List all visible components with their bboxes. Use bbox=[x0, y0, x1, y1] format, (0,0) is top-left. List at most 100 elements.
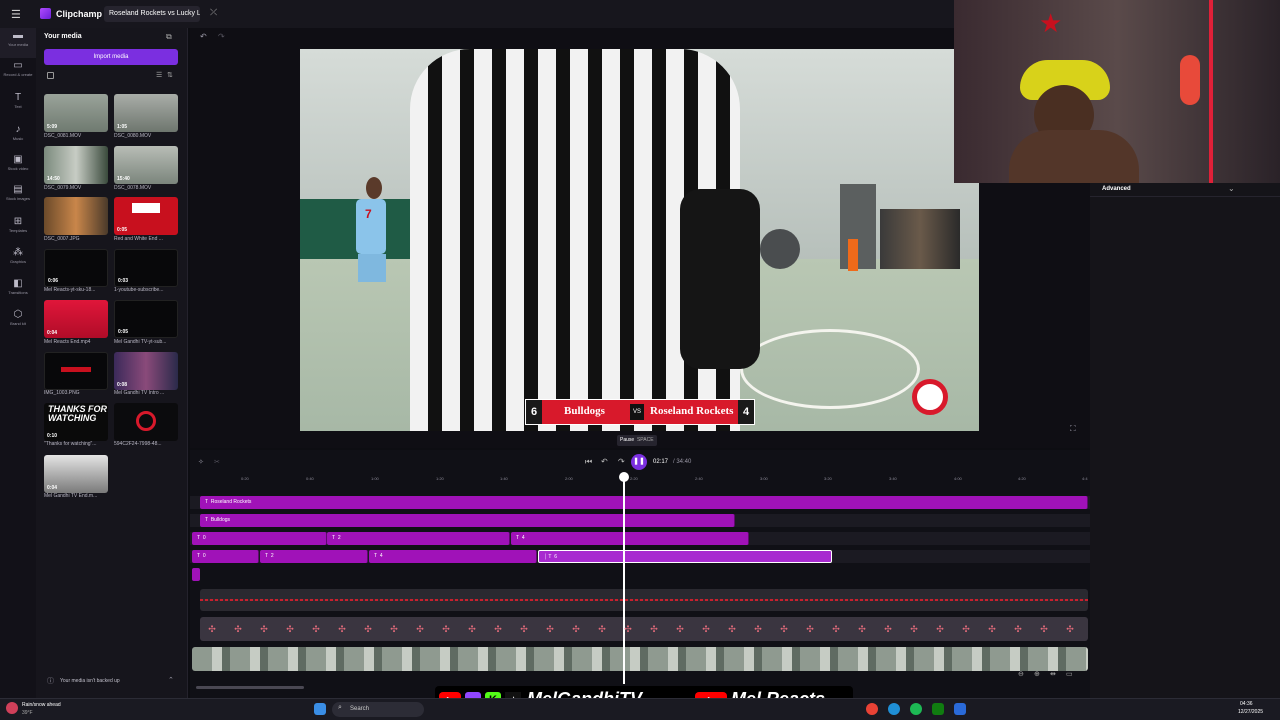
zoom-in-icon[interactable]: ⊕ bbox=[1034, 670, 1040, 678]
ruler-label: 3:40 bbox=[889, 476, 897, 481]
zoom-out-icon[interactable]: ⊖ bbox=[1018, 670, 1024, 678]
video-preview[interactable]: 7 6 Bulldogs VS Roseland Rockets 4 bbox=[300, 49, 979, 431]
playhead-handle[interactable] bbox=[619, 472, 629, 482]
text-clip[interactable]: T 0 bbox=[192, 532, 327, 545]
audio-track[interactable] bbox=[200, 589, 1088, 611]
rail-brand-kit[interactable]: ⬡ Brand kit bbox=[0, 307, 36, 337]
magic-edit-icon[interactable]: ✧ bbox=[198, 458, 204, 466]
lacrosse-logo-icon: ✣ bbox=[624, 624, 632, 634]
skip-back-icon[interactable]: ⏮ bbox=[585, 457, 592, 467]
lacrosse-logo-icon: ✣ bbox=[936, 624, 944, 634]
video-track[interactable] bbox=[192, 647, 1088, 671]
media-item[interactable]: 15:40 bbox=[114, 146, 178, 184]
ruler-label: 3:00 bbox=[760, 476, 768, 481]
media-item[interactable] bbox=[44, 352, 108, 390]
lacrosse-logo-icon: ✣ bbox=[338, 624, 346, 634]
undo-icon[interactable]: ↶ bbox=[200, 32, 207, 41]
lacrosse-logo-icon: ✣ bbox=[650, 624, 658, 634]
ruler-label: 1:00 bbox=[371, 476, 379, 481]
text-clip[interactable]: T 2 bbox=[327, 532, 510, 545]
text-clip[interactable]: T 0 bbox=[192, 550, 259, 563]
text-clip[interactable]: T Bulldogs bbox=[200, 514, 735, 527]
fullscreen-icon[interactable]: ⛶ bbox=[1070, 424, 1076, 434]
text-clip[interactable]: T Roseland Rockets bbox=[200, 496, 1088, 509]
rail-stock-video[interactable]: ▣ Stock video bbox=[0, 152, 36, 182]
media-panel: Your media ⧉ Import media ☰ ⇅ 5:09 DSC_0… bbox=[36, 28, 188, 698]
stock-images-icon: ▤ bbox=[13, 184, 23, 195]
lacrosse-logo-icon: ✣ bbox=[728, 624, 736, 634]
media-item[interactable]: 0:04 bbox=[44, 300, 108, 338]
media-item[interactable] bbox=[44, 197, 108, 235]
media-item[interactable] bbox=[114, 403, 178, 441]
spectators bbox=[880, 209, 960, 269]
ruler-label: 3:20 bbox=[824, 476, 832, 481]
thumb-graphic bbox=[61, 367, 91, 372]
court-circle bbox=[740, 329, 920, 409]
media-item[interactable]: 0:05 bbox=[114, 300, 178, 338]
text-track: T Roseland Rockets bbox=[190, 496, 1090, 509]
media-item[interactable]: 14:50 bbox=[44, 146, 108, 184]
media-item[interactable]: 0:08 bbox=[114, 352, 178, 390]
windows-start-icon[interactable] bbox=[314, 703, 326, 715]
sort-icon[interactable]: ⇅ bbox=[167, 71, 173, 79]
rail-music[interactable]: ♪ Music bbox=[0, 122, 36, 152]
camera-icon: ▭ bbox=[13, 60, 23, 71]
media-item[interactable]: 0:04 bbox=[44, 455, 108, 493]
media-item[interactable]: 1:05 bbox=[114, 94, 178, 132]
small-clip[interactable] bbox=[192, 568, 200, 581]
media-item[interactable]: 0:05 bbox=[114, 197, 178, 235]
lacrosse-logo-icon: ✣ bbox=[832, 624, 840, 634]
xbox-icon[interactable] bbox=[932, 703, 944, 715]
split-icon[interactable]: ✂ bbox=[214, 458, 220, 466]
media-item[interactable]: 5:09 bbox=[44, 94, 108, 132]
media-item[interactable]: THANKS FOR WATCHING 0:10 bbox=[44, 403, 108, 441]
rail-graphics[interactable]: ⁂ Graphics bbox=[0, 245, 36, 275]
rail-text[interactable]: T Text bbox=[0, 90, 36, 120]
rewind-icon[interactable]: ↶ bbox=[601, 457, 608, 466]
project-title-input[interactable]: Roseland Rockets vs Lucky L bbox=[104, 6, 200, 22]
timeline-scrollbar[interactable] bbox=[196, 686, 304, 689]
text-clip[interactable]: T 2 bbox=[260, 550, 368, 563]
home-team: Bulldogs bbox=[564, 405, 605, 417]
import-media-button[interactable]: Import media bbox=[44, 49, 178, 65]
chrome-icon[interactable] bbox=[866, 703, 878, 715]
spotify-icon[interactable] bbox=[910, 703, 922, 715]
forward-icon[interactable]: ↷ bbox=[618, 457, 625, 466]
rail-transitions[interactable]: ◧ Transitions bbox=[0, 276, 36, 306]
collapse-panel-icon[interactable]: ⧉ bbox=[166, 32, 172, 42]
rail-your-media[interactable]: ▬ Your media bbox=[0, 28, 36, 58]
redo-icon[interactable]: ↷ bbox=[218, 32, 225, 41]
selected-text-clip[interactable]: │ T 6 bbox=[538, 550, 832, 563]
sync-off-icon[interactable]: ⤫ bbox=[210, 7, 217, 18]
hamburger-menu-icon[interactable]: ☰ bbox=[11, 8, 21, 21]
playhead[interactable] bbox=[623, 474, 625, 684]
fit-timeline-icon[interactable]: ⇹ bbox=[1050, 670, 1056, 678]
weather-icon[interactable] bbox=[6, 702, 18, 714]
media-item-name: Mel Reacts End.mp4 bbox=[44, 339, 91, 345]
rail-record-create[interactable]: ▭ Record & create bbox=[0, 58, 36, 88]
media-item-name: DSC_0078.MOV bbox=[114, 185, 152, 191]
media-item-name: IMG_1003.PNG bbox=[44, 390, 80, 396]
app-icon[interactable] bbox=[954, 703, 966, 715]
text-clip[interactable]: T 4 bbox=[369, 550, 537, 563]
media-item[interactable]: 0:03 bbox=[114, 249, 178, 287]
chevron-up-icon[interactable]: ⌃ bbox=[168, 676, 174, 684]
rail-stock-images[interactable]: ▤ Stock images bbox=[0, 182, 36, 212]
edge-icon[interactable] bbox=[888, 703, 900, 715]
select-all-checkbox[interactable] bbox=[47, 72, 54, 79]
timeline-settings-icon[interactable]: ▭ bbox=[1066, 670, 1073, 678]
pause-button[interactable]: ❚❚ bbox=[631, 454, 647, 470]
away-team: Roseland Rockets bbox=[650, 405, 734, 417]
filter-icon[interactable]: ☰ bbox=[156, 71, 162, 79]
ruler-label: 4:20 bbox=[1018, 476, 1026, 481]
search-icon: ⌕ bbox=[338, 704, 342, 711]
advanced-section[interactable]: Advanced ⌄ bbox=[1090, 183, 1280, 197]
lacrosse-logo-icon: ✣ bbox=[754, 624, 762, 634]
text-clip[interactable]: T 4 bbox=[511, 532, 749, 545]
rockets-logo-icon bbox=[136, 411, 156, 431]
media-item[interactable]: 0:06 bbox=[44, 249, 108, 287]
taskbar-search[interactable]: ⌕ Search bbox=[332, 702, 424, 717]
music-icon: ♪ bbox=[15, 124, 21, 135]
lacrosse-logo-icon: ✣ bbox=[1014, 624, 1022, 634]
rail-templates[interactable]: ⊞ Templates bbox=[0, 214, 36, 244]
